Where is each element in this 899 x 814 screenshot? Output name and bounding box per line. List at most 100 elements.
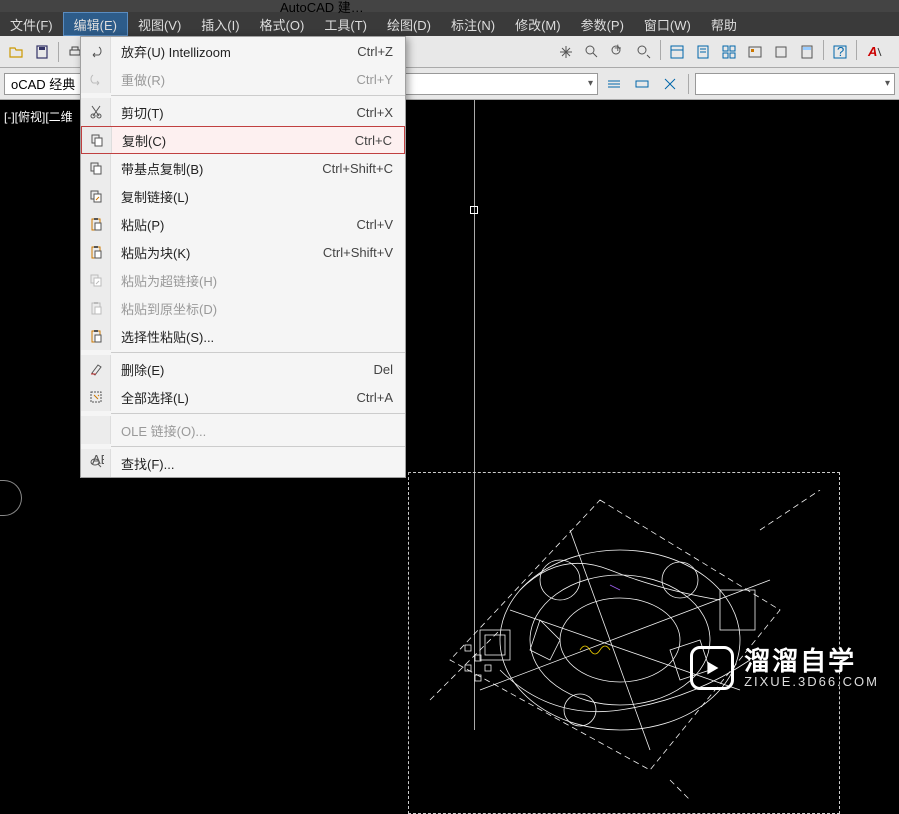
menu-item-label: 剪切(T) [111, 103, 357, 122]
menu-item-shortcut: Del [373, 362, 397, 377]
copy-icon [82, 127, 112, 153]
selection-window [408, 472, 840, 814]
menu-帮助[interactable]: 帮助 [701, 12, 747, 36]
help-button[interactable]: ? [828, 40, 852, 64]
zoom-previous-button[interactable] [632, 40, 656, 64]
save-button[interactable] [30, 40, 54, 64]
paste-link-icon [81, 266, 111, 294]
menu-item-shortcut: Ctrl+C [355, 133, 396, 148]
toolbar-separator [660, 40, 661, 60]
play-icon [690, 646, 734, 690]
paste-special-icon [81, 322, 111, 350]
menu-separator [111, 95, 405, 96]
cut-icon [81, 98, 111, 126]
select-all-icon [81, 383, 111, 411]
paste-icon [81, 210, 111, 238]
watermark-title: 溜溜自学 [744, 648, 879, 674]
design-center-button[interactable] [743, 40, 767, 64]
titlebar: AutoCAD 建… [0, 0, 899, 12]
menu-工具[interactable]: 工具(T) [314, 12, 377, 36]
toolbar-separator [688, 74, 689, 94]
menu-item-shortcut: Ctrl+Shift+C [322, 161, 397, 176]
menu-item-paste-block-icon[interactable]: 粘贴为块(K)Ctrl+Shift+V [81, 238, 405, 266]
erase-icon [81, 355, 111, 383]
toolbar-separator [58, 42, 59, 62]
menu-item-copy-base-icon[interactable]: 带基点复制(B)Ctrl+Shift+C [81, 154, 405, 182]
menu-item-erase-icon[interactable]: 删除(E)Del [81, 355, 405, 383]
paste-orig-icon [81, 294, 111, 322]
menu-item-shortcut: Ctrl+X [357, 105, 397, 120]
menu-item-paste-special-icon[interactable]: 选择性粘贴(S)... [81, 322, 405, 350]
cursor-pickbox [470, 206, 478, 214]
menu-item-label: 粘贴为块(K) [111, 243, 323, 262]
menu-item-shortcut: Ctrl+Z [357, 44, 397, 59]
markup-button[interactable] [769, 40, 793, 64]
menu-item-item: OLE 链接(O)... [81, 416, 405, 444]
menu-item-label: 重做(R) [111, 70, 357, 89]
menu-标注[interactable]: 标注(N) [441, 12, 505, 36]
copy-base-icon [81, 154, 111, 182]
menu-item-cut-icon[interactable]: 剪切(T)Ctrl+X [81, 98, 405, 126]
menu-item-undo-icon[interactable]: 放弃(U) IntellizoomCtrl+Z [81, 37, 405, 65]
layer-isolate-button[interactable] [630, 72, 654, 96]
menu-item-label: 粘贴到原坐标(D) [111, 299, 393, 318]
menu-item-paste-icon[interactable]: 粘贴(P)Ctrl+V [81, 210, 405, 238]
watermark-url: ZIXUE.3D66.COM [744, 674, 879, 689]
find-icon: ABC [81, 449, 111, 477]
menu-视图[interactable]: 视图(V) [128, 12, 191, 36]
menu-separator [111, 446, 405, 447]
svg-text:+: + [614, 44, 622, 55]
open-button[interactable] [4, 40, 28, 64]
menu-修改[interactable]: 修改(M) [505, 12, 571, 36]
menu-item-label: 带基点复制(B) [111, 159, 322, 178]
menu-item-link-icon[interactable]: 复制链接(L) [81, 182, 405, 210]
nav-wheel[interactable] [0, 480, 22, 516]
menu-item-label: 全部选择(L) [111, 388, 357, 407]
linetype-combo[interactable] [695, 73, 895, 95]
menu-文件[interactable]: 文件(F) [0, 12, 63, 36]
menu-插入[interactable]: 插入(I) [191, 12, 249, 36]
menu-item-shortcut: Ctrl+Y [357, 72, 397, 87]
properties-button[interactable] [665, 40, 689, 64]
zoom-window-button[interactable]: + [606, 40, 630, 64]
menu-参数[interactable]: 参数(P) [571, 12, 634, 36]
menu-窗口[interactable]: 窗口(W) [634, 12, 701, 36]
menu-item-shortcut: Ctrl+V [357, 217, 397, 232]
toolbar-separator [856, 40, 857, 60]
layer-states-button[interactable] [602, 72, 626, 96]
text-style-button[interactable]: A [861, 40, 895, 64]
layer-combo[interactable] [398, 73, 598, 95]
menu-separator [111, 352, 405, 353]
menu-绘图[interactable]: 绘图(D) [377, 12, 441, 36]
layer-properties-button[interactable] [658, 72, 682, 96]
svg-text:?: ? [837, 44, 844, 59]
menu-item-paste-orig-icon: 粘贴到原坐标(D) [81, 294, 405, 322]
redo-icon [81, 65, 111, 93]
watermark: 溜溜自学 ZIXUE.3D66.COM [690, 646, 879, 690]
calc-button[interactable] [795, 40, 819, 64]
zoom-extents-button[interactable] [580, 40, 604, 64]
menu-编辑[interactable]: 编辑(E) [63, 12, 128, 36]
edit-menu: 放弃(U) IntellizoomCtrl+Z重做(R)Ctrl+Y剪切(T)C… [80, 36, 406, 478]
menu-item-label: 粘贴(P) [111, 215, 357, 234]
pan-button[interactable] [554, 40, 578, 64]
menu-item-redo-icon: 重做(R)Ctrl+Y [81, 65, 405, 93]
link-icon [81, 182, 111, 210]
menu-item-label: 查找(F)... [111, 454, 393, 473]
menu-separator [111, 413, 405, 414]
paste-block-icon [81, 238, 111, 266]
viewport-label[interactable]: [-][俯视][二维 [4, 108, 73, 125]
tool-palette-button[interactable] [717, 40, 741, 64]
menu-item-copy-icon[interactable]: 复制(C)Ctrl+C [81, 126, 405, 154]
sheet-set-button[interactable] [691, 40, 715, 64]
menu-item-paste-link-icon: 粘贴为超链接(H) [81, 266, 405, 294]
menu-item-select-all-icon[interactable]: 全部选择(L)Ctrl+A [81, 383, 405, 411]
undo-icon [81, 37, 111, 65]
menu-item-label: 复制链接(L) [111, 187, 393, 206]
svg-text:ABC: ABC [92, 455, 104, 467]
blank-icon [81, 416, 111, 444]
menubar: 文件(F)编辑(E)视图(V)插入(I)格式(O)工具(T)绘图(D)标注(N)… [0, 12, 899, 36]
menu-item-shortcut: Ctrl+Shift+V [323, 245, 397, 260]
menu-格式[interactable]: 格式(O) [250, 12, 315, 36]
menu-item-find-icon[interactable]: ABC 查找(F)... [81, 449, 405, 477]
